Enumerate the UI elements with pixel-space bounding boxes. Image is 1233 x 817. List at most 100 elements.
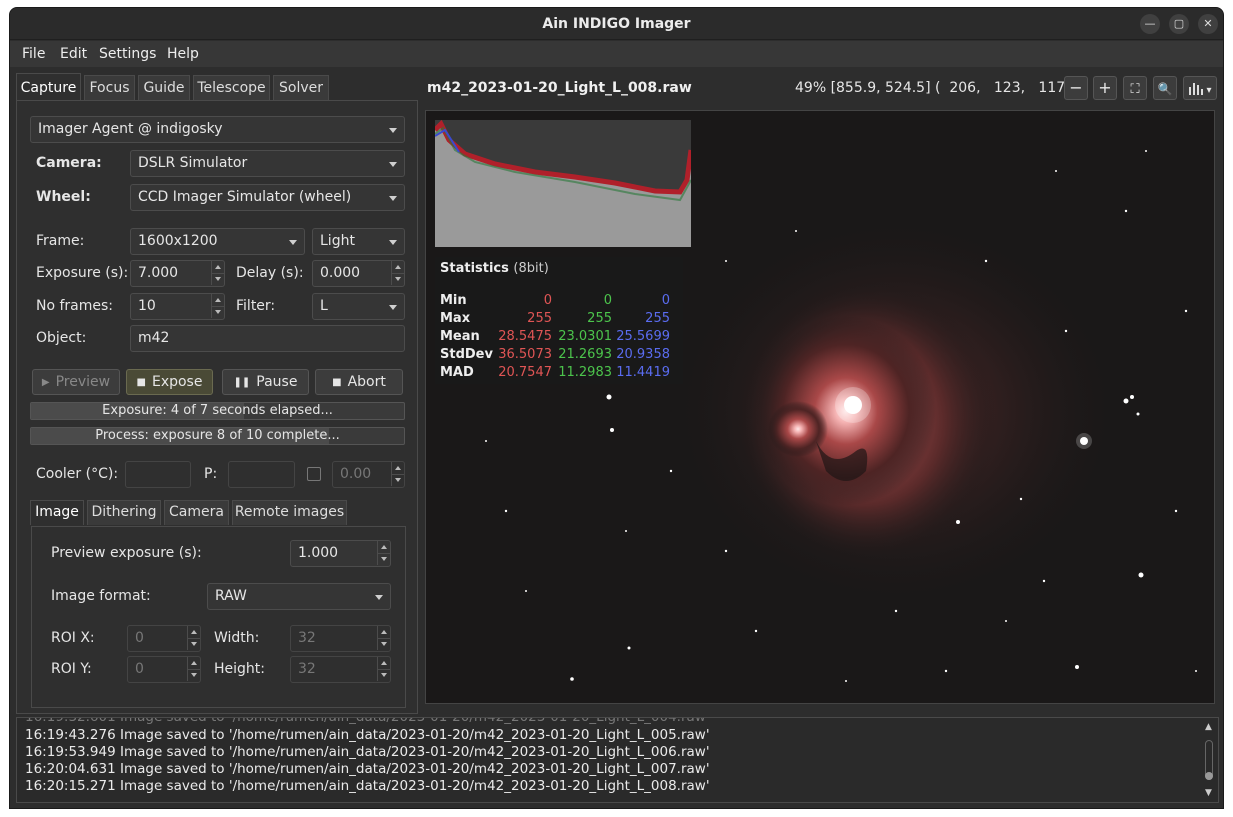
tab-telescope[interactable]: Telescope [193, 75, 270, 101]
tab-solver[interactable]: Solver [273, 75, 329, 101]
exposure-progress: Exposure: 4 of 7 seconds elapsed... [30, 402, 405, 420]
stats-row: Mean 28.5475 23.0301 25.5699 [440, 329, 680, 347]
pause-label: Pause [256, 374, 298, 390]
spin-up-icon[interactable] [211, 261, 224, 273]
fit-to-window-button[interactable]: ⛶ [1123, 76, 1147, 100]
stats-row: MAD 20.7547 11.2983 11.4419 [440, 365, 680, 383]
chevron-down-icon [389, 196, 397, 201]
menu-file[interactable]: File [22, 46, 45, 62]
stats-row-label: MAD [440, 365, 474, 380]
preview-exposure-value: 1.000 [298, 545, 339, 561]
stats-row-label: Max [440, 311, 471, 326]
roi-x-value: 0 [135, 630, 144, 646]
spin-up-icon[interactable] [391, 261, 404, 273]
spin-up-icon [187, 626, 200, 638]
roi-y-label: ROI Y: [51, 661, 92, 677]
preview-exposure-spinbox[interactable]: 1.000 [290, 540, 391, 567]
chevron-down-icon [375, 595, 383, 600]
spin-down-icon[interactable] [211, 273, 224, 285]
delay-value: 0.000 [320, 265, 361, 281]
stats-blue-value: 255 [645, 311, 670, 326]
scrollbar-thumb[interactable] [1205, 772, 1213, 780]
zoom-in-button[interactable]: + [1093, 76, 1117, 100]
zoom-original-button[interactable]: 🔍 [1153, 76, 1177, 100]
spin-down-icon[interactable] [391, 273, 404, 285]
image-format-label: Image format: [51, 588, 151, 604]
image-format-select[interactable]: RAW [207, 583, 391, 610]
menu-settings[interactable]: Settings [99, 46, 156, 62]
spin-down-icon [187, 638, 200, 650]
cooler-checkbox[interactable] [307, 467, 321, 481]
chevron-down-icon [389, 305, 397, 310]
camera-select[interactable]: DSLR Simulator [130, 150, 405, 177]
stats-green-value: 255 [587, 311, 612, 326]
statistics-overlay: Statistics (8bit) Min 0 0 0 Max 255 255 255 Mean… [435, 257, 683, 384]
image-viewer-panel: m42_2023-01-20_Light_L_008.raw 49% [855.… [421, 72, 1219, 713]
tab-guide[interactable]: Guide [138, 75, 190, 101]
histogram-stretch-button[interactable]: ▾ [1183, 76, 1217, 100]
delay-spinbox[interactable]: 0.000 [312, 260, 405, 287]
tab-capture[interactable]: Capture [16, 73, 81, 101]
frame-type-value: Light [320, 233, 355, 249]
abort-button[interactable]: ■ Abort [315, 369, 403, 395]
object-label: Object: [36, 330, 87, 346]
filter-select[interactable]: L [312, 293, 405, 320]
astro-image[interactable]: Statistics (8bit) Min 0 0 0 Max 255 255 255 Mean… [425, 110, 1215, 704]
spin-up-icon [187, 657, 200, 669]
height-spinbox: 32 [290, 656, 391, 683]
log-line: 16:20:04.631 Image saved to '/home/rumen… [25, 761, 710, 777]
spin-down-icon [187, 669, 200, 681]
stats-blue-value: 20.9358 [616, 347, 670, 362]
zoom-out-button[interactable]: − [1064, 76, 1088, 100]
stats-bits: (8bit) [513, 261, 549, 276]
cooler-label: Cooler (°C): [36, 466, 119, 482]
minimize-button[interactable]: — [1140, 14, 1160, 34]
maximize-button[interactable]: ▢ [1169, 14, 1189, 34]
preview-button[interactable]: ▶ Preview [32, 369, 120, 395]
height-label: Height: [214, 661, 265, 677]
roi-x-spinbox: 0 [127, 625, 201, 652]
exposure-progress-text: Exposure: 4 of 7 seconds elapsed... [102, 403, 333, 418]
expose-button[interactable]: ■ Expose [126, 369, 213, 395]
chevron-down-icon: ▾ [1206, 85, 1212, 96]
chevron-down-icon [389, 128, 397, 133]
menu-bar: File Edit Settings Help [10, 41, 1223, 67]
fit-icon: ⛶ [1130, 82, 1140, 97]
exposure-value: 7.000 [138, 265, 179, 281]
close-button[interactable]: ✕ [1198, 14, 1218, 34]
tab-focus[interactable]: Focus [84, 75, 135, 101]
subtab-remote-images[interactable]: Remote images [232, 500, 347, 525]
spin-down-icon[interactable] [377, 553, 390, 565]
abort-label: Abort [347, 374, 386, 390]
play-icon: ▶ [41, 377, 50, 388]
scroll-down-icon[interactable]: ▼ [1205, 788, 1212, 798]
delay-label: Delay (s): [236, 265, 304, 281]
spin-up-icon [377, 626, 390, 638]
frame-label: Frame: [36, 233, 85, 249]
wheel-select[interactable]: CCD Imager Simulator (wheel) [130, 184, 405, 211]
frames-spinbox[interactable]: 10 [130, 293, 225, 320]
menu-edit[interactable]: Edit [60, 46, 87, 62]
spin-up-icon[interactable] [211, 294, 224, 306]
p-field [228, 461, 295, 488]
subtab-camera[interactable]: Camera [164, 500, 229, 525]
agent-select[interactable]: Imager Agent @ indigosky [30, 116, 405, 143]
menu-help[interactable]: Help [167, 46, 199, 62]
process-progress-text: Process: exposure 8 of 10 complete... [95, 428, 340, 443]
window-title: Ain INDIGO Imager [542, 16, 691, 32]
frame-value: 1600x1200 [138, 233, 218, 249]
p-label: P: [204, 466, 218, 482]
stop-square-icon: ■ [332, 377, 342, 388]
log-scrollbar[interactable]: ▲ ▼ [1202, 722, 1216, 800]
scroll-up-icon[interactable]: ▲ [1205, 722, 1212, 732]
subtab-dithering[interactable]: Dithering [87, 500, 161, 525]
frame-select[interactable]: 1600x1200 [130, 228, 305, 255]
frame-type-select[interactable]: Light [312, 228, 405, 255]
pause-button[interactable]: ❚❚ Pause [222, 369, 309, 395]
spin-down-icon[interactable] [211, 306, 224, 318]
spin-up-icon[interactable] [377, 541, 390, 553]
object-input[interactable]: m42 [130, 325, 405, 352]
subtab-image[interactable]: Image [30, 500, 84, 525]
stats-red-value: 28.5475 [498, 329, 552, 344]
exposure-spinbox[interactable]: 7.000 [130, 260, 225, 287]
